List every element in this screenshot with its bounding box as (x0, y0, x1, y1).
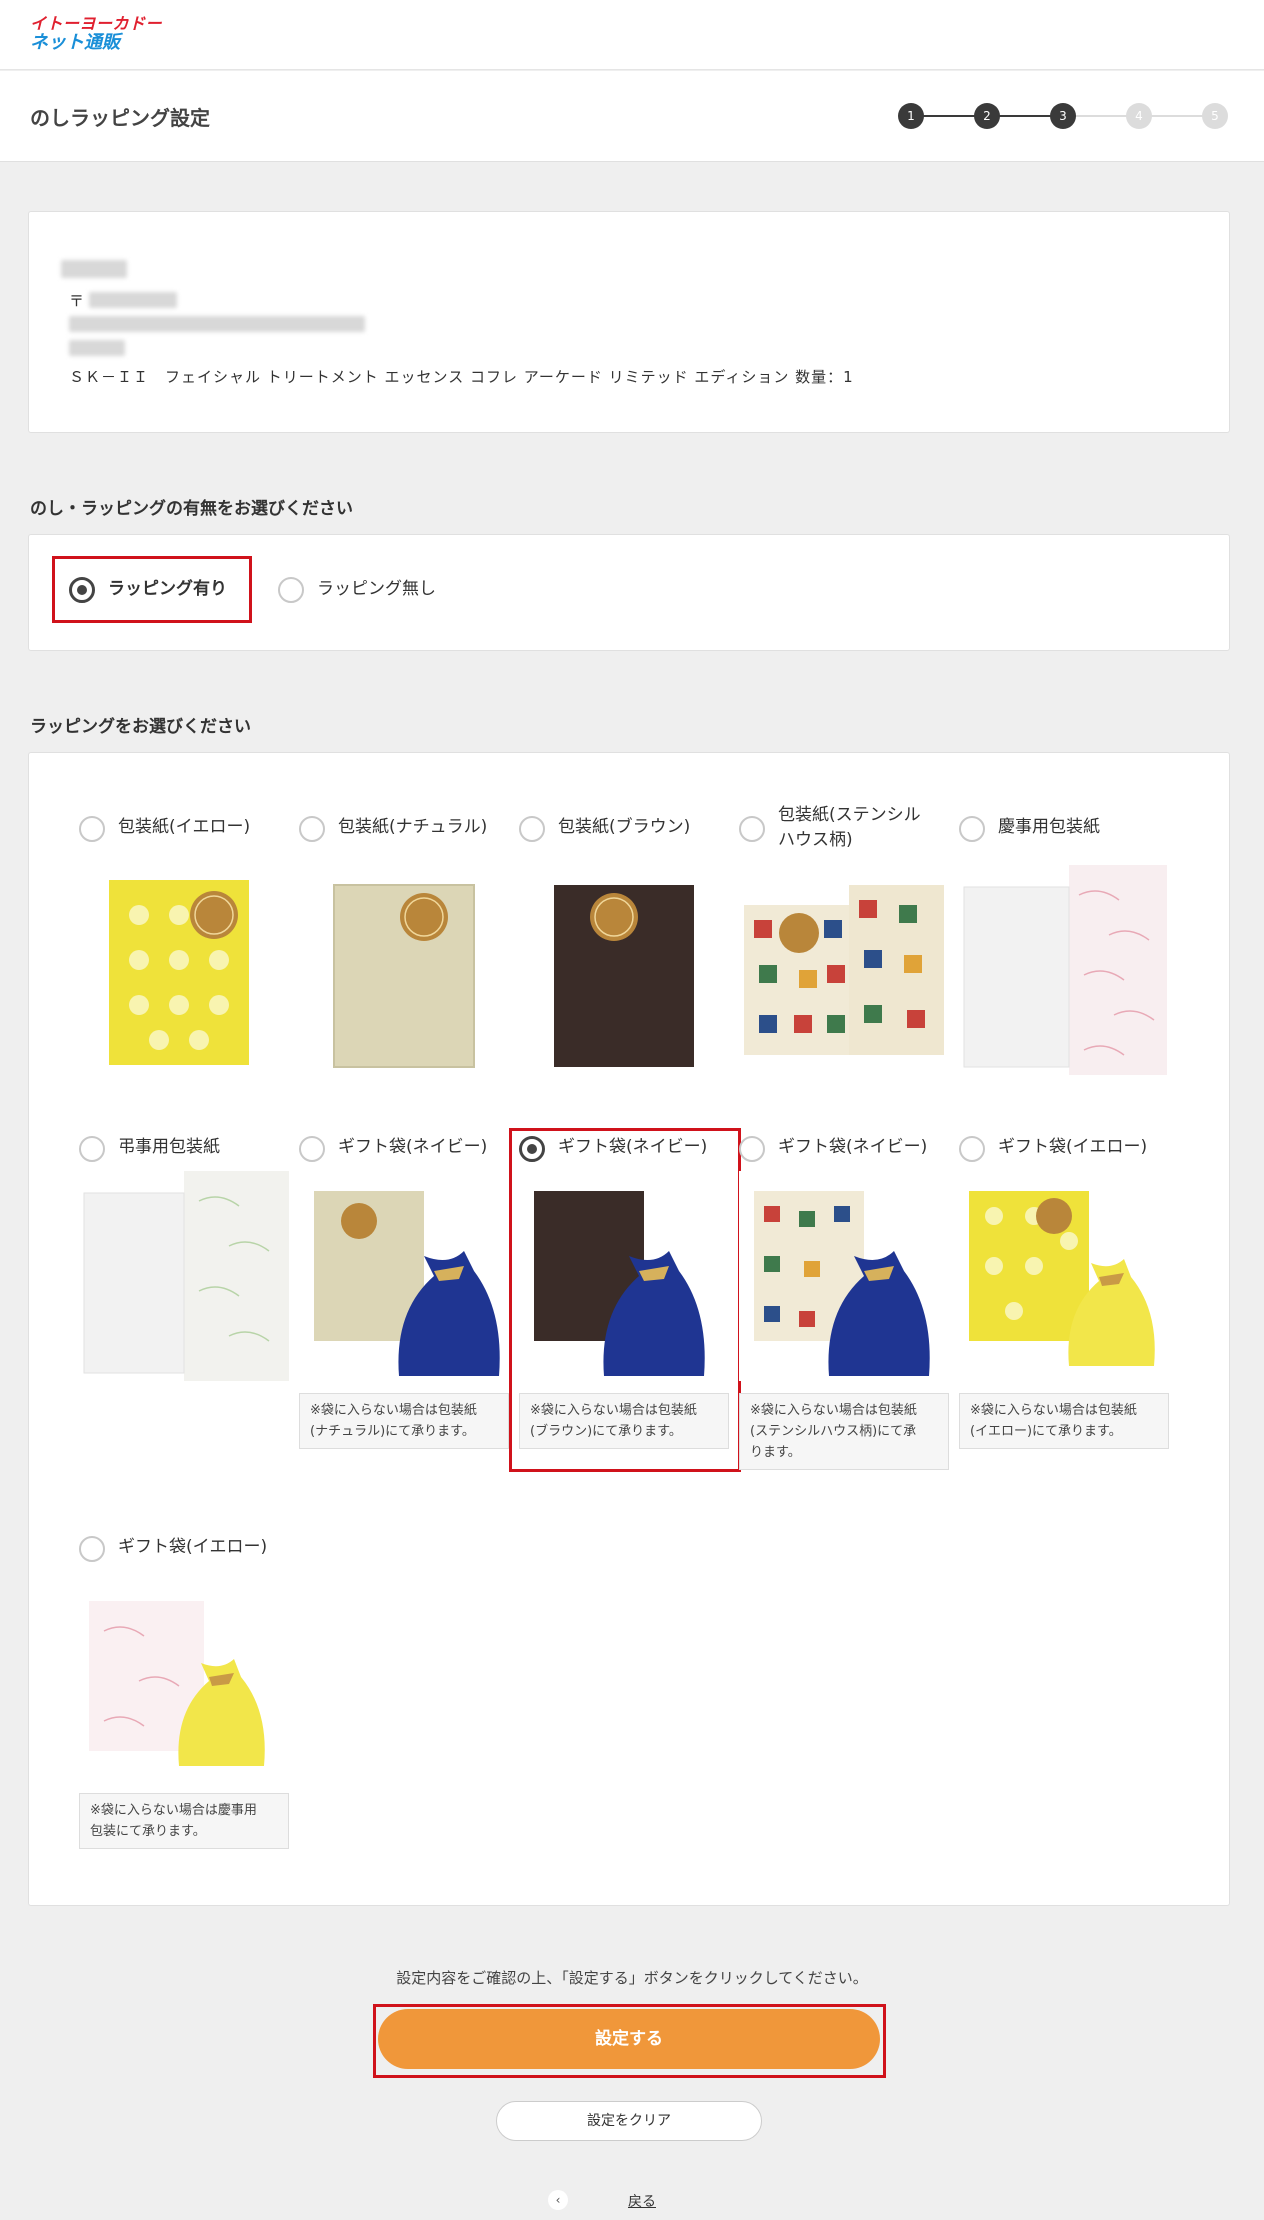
option-label[interactable]: ギフト袋(イエロー) (998, 1135, 1147, 1161)
note-line: ※袋に入らない場合は包装紙 (750, 1403, 917, 1418)
chevron-left-icon[interactable]: ‹ (548, 2190, 568, 2210)
option-label[interactable]: 包装紙(ブラウン) (558, 815, 690, 841)
confirm-instruction: 設定内容をご確認の上、「設定する」ボタンをクリックしてください。 (396, 1969, 868, 1987)
note-line: (ステンシルハウス柄)にて承 (750, 1424, 917, 1439)
option-label[interactable]: 慶事用包装紙 (998, 815, 1100, 841)
note-line: 包装にて承ります。 (90, 1824, 206, 1839)
step-indicator: 1 2 3 4 5 (898, 103, 1228, 129)
option-label[interactable]: ギフト袋(ネイビー) (558, 1135, 707, 1161)
option-label[interactable]: 包装紙(イエロー) (118, 815, 250, 841)
paper-condolence-image[interactable] (79, 1171, 289, 1381)
submit-button[interactable]: 設定する (378, 2009, 880, 2069)
note-line: ※袋に入らない場合は慶事用 (90, 1803, 257, 1818)
option-label-line2[interactable]: ハウス柄) (778, 828, 853, 854)
radio-paper-celebration[interactable] (959, 816, 985, 842)
bag-navy-natural-image[interactable] (299, 1171, 509, 1381)
site-logo[interactable]: イトーヨーカドー ネット通販 (30, 16, 162, 52)
logo-line1: イトーヨーカドー (30, 14, 163, 33)
delivery-info-card: 〒 ＳＫ－ＩＩ フェイシャル トリートメント エッセンス コフレ アーケード リ… (28, 211, 1230, 433)
option-label[interactable]: ギフト袋(イエロー) (118, 1535, 267, 1561)
bag-note: ※袋に入らない場合は包装紙 (ステンシルハウス柄)にて承 ります。 (739, 1393, 949, 1470)
radio-paper-condolence[interactable] (79, 1136, 105, 1162)
radio-wrapping-yes[interactable] (69, 577, 95, 603)
site-header: イトーヨーカドー ネット通販 (0, 0, 1264, 70)
note-line: ります。 (750, 1445, 801, 1460)
note-line: ※袋に入らない場合は包装紙 (970, 1403, 1137, 1418)
page-title: のしラッピング設定 (30, 106, 210, 130)
paper-natural-image[interactable] (299, 865, 509, 1075)
radio-paper-brown[interactable] (519, 816, 545, 842)
wrap-section-heading: のし・ラッピングの有無をお選びください (30, 499, 353, 519)
radio-bag-yellow-celebration[interactable] (79, 1536, 105, 1562)
bag-navy-brown-image[interactable] (519, 1171, 729, 1381)
product-line: ＳＫ－ＩＩ フェイシャル トリートメント エッセンス コフレ アーケード リミテ… (69, 368, 854, 386)
wrap-option-card: ラッピング有り ラッピング無し (28, 534, 1230, 651)
radio-bag-navy-brown[interactable] (519, 1136, 545, 1162)
redacted-postal-code (89, 292, 177, 308)
option-label[interactable]: 弔事用包装紙 (118, 1135, 220, 1161)
radio-paper-stencil[interactable] (739, 816, 765, 842)
option-label-line1[interactable]: 包装紙(ステンシル (778, 803, 921, 829)
step-4: 4 (1126, 103, 1152, 129)
note-line: (イエロー)にて承ります。 (970, 1424, 1122, 1439)
note-line: ※袋に入らない場合は包装紙 (530, 1403, 697, 1418)
step-2: 2 (974, 103, 1000, 129)
paper-celebration-image[interactable] (959, 865, 1169, 1075)
title-bar: のしラッピング設定 1 2 3 4 5 (0, 71, 1264, 162)
step-1: 1 (898, 103, 924, 129)
wrapping-selection-card: 包装紙(イエロー) 包装紙(ナチュラル) 包装紙(ブラウン) 包装紙(ステンシル… (28, 752, 1230, 1906)
note-line: (ナチュラル)にて承ります。 (310, 1424, 475, 1439)
postal-mark: 〒 (69, 292, 85, 310)
radio-bag-navy-stencil[interactable] (739, 1136, 765, 1162)
note-line: ※袋に入らない場合は包装紙 (310, 1403, 477, 1418)
step-3-current: 3 (1050, 103, 1076, 129)
radio-bag-yellow[interactable] (959, 1136, 985, 1162)
redacted-name (61, 260, 127, 278)
wrapping-yes-label[interactable]: ラッピング有り (108, 577, 227, 603)
option-label[interactable]: ギフト袋(ネイビー) (338, 1135, 487, 1161)
bag-yellow-celebration-image[interactable] (79, 1571, 289, 1781)
select-section-heading: ラッピングをお選びください (30, 717, 251, 737)
bag-note: ※袋に入らない場合は包装紙 (イエロー)にて承ります。 (959, 1393, 1169, 1449)
radio-wrapping-no[interactable] (278, 577, 304, 603)
bag-navy-stencil-image[interactable] (739, 1171, 949, 1381)
wrapping-no-label[interactable]: ラッピング無し (317, 577, 436, 603)
note-line: (ブラウン)にて承ります。 (530, 1424, 682, 1439)
radio-bag-navy-natural[interactable] (299, 1136, 325, 1162)
redacted-phone (69, 340, 125, 356)
radio-paper-yellow[interactable] (79, 816, 105, 842)
paper-yellow-image[interactable] (79, 865, 289, 1075)
bag-yellow-image[interactable] (959, 1171, 1169, 1381)
option-label[interactable]: ギフト袋(ネイビー) (778, 1135, 927, 1161)
back-link[interactable]: 戻る (628, 2191, 656, 2211)
logo-line2: ネット通販 (30, 32, 120, 53)
redacted-address (69, 316, 365, 332)
clear-button[interactable]: 設定をクリア (496, 2101, 762, 2141)
paper-stencil-image[interactable] (739, 865, 949, 1075)
radio-paper-natural[interactable] (299, 816, 325, 842)
bag-note: ※袋に入らない場合は包装紙 (ブラウン)にて承ります。 (519, 1393, 729, 1449)
option-label[interactable]: 包装紙(ナチュラル) (338, 815, 487, 841)
step-5: 5 (1202, 103, 1228, 129)
bag-note: ※袋に入らない場合は慶事用 包装にて承ります。 (79, 1793, 289, 1849)
bag-note: ※袋に入らない場合は包装紙 (ナチュラル)にて承ります。 (299, 1393, 509, 1449)
paper-brown-image[interactable] (519, 865, 729, 1075)
